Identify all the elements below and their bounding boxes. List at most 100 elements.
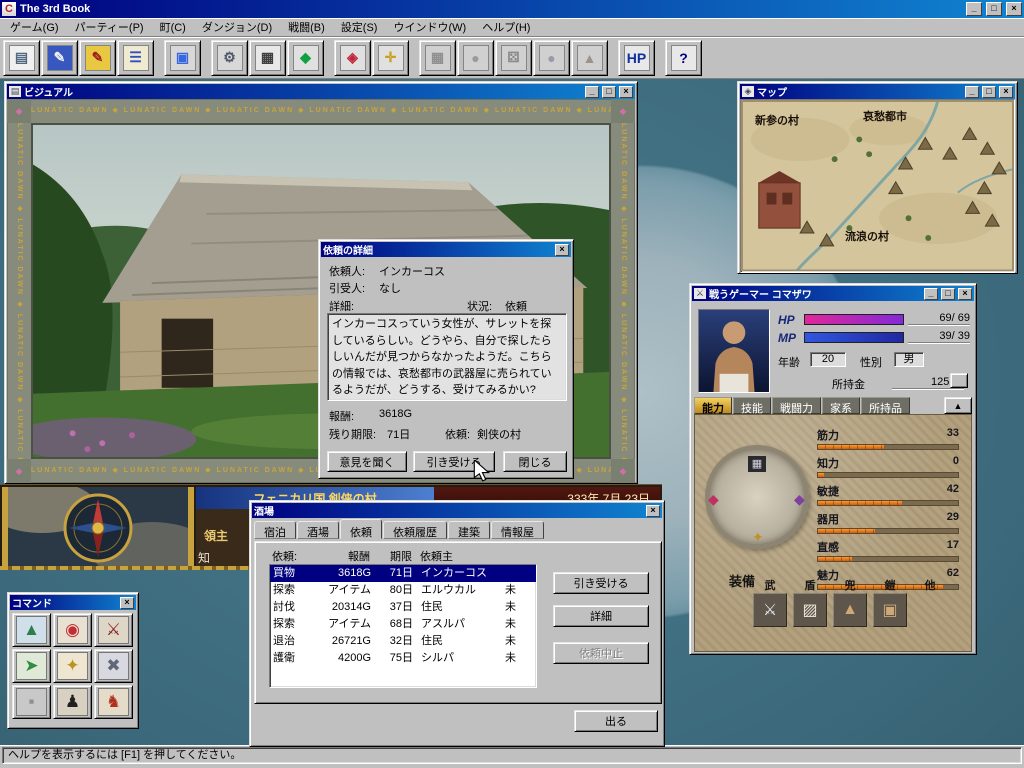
menu-item[interactable]: ウインドウ(W) xyxy=(385,17,474,37)
app-maximize-button[interactable]: □ xyxy=(986,2,1002,16)
tavern-tab[interactable]: 宿泊 xyxy=(254,521,296,539)
accept-request-button[interactable]: 引き受ける xyxy=(413,451,495,472)
request-dialog-close-button[interactable]: × xyxy=(555,244,569,256)
request-row[interactable]: 護衛 4200G 75日 シルパ 未 xyxy=(270,650,536,667)
toolbar-button[interactable]: ? xyxy=(665,40,702,76)
frame-text-right: LUNATIC DAWN ◆ LUNATIC DAWN ◆ LUNATIC DA… xyxy=(611,123,635,459)
map-minimize-button[interactable]: _ xyxy=(965,86,979,98)
collapse-button[interactable]: ▲ xyxy=(944,397,972,414)
terrain-icon: ▲ xyxy=(16,616,47,644)
money-label: 所持金 xyxy=(832,376,865,392)
character-tab[interactable]: 能力 xyxy=(694,397,732,414)
visual-close-button[interactable]: × xyxy=(619,86,633,98)
cancel-request-button[interactable]: 依頼中止 xyxy=(553,642,649,664)
menu-item[interactable]: パーティー(P) xyxy=(67,17,152,37)
visual-titlebar[interactable]: ▤ ビジュアル _ □ × xyxy=(7,84,635,99)
stat-bar xyxy=(817,444,959,450)
toolbar-button[interactable]: ◈ xyxy=(334,40,371,76)
map-maximize-button[interactable]: □ xyxy=(982,86,996,98)
toolbar-button[interactable]: ⚄ xyxy=(495,40,532,76)
misc-button[interactable] xyxy=(950,373,968,388)
request-list[interactable]: 買物 3618G 71日 インカーコス 探索 アイテム 80日 エルウカル 未 xyxy=(269,564,537,688)
command-button[interactable]: ♞ xyxy=(94,685,133,719)
app-minimize-button[interactable]: _ xyxy=(966,2,982,16)
character-tab[interactable]: 戦闘力 xyxy=(772,397,821,414)
request-type: 探索 xyxy=(273,582,319,599)
app-titlebar[interactable]: C The 3rd Book _ □ × xyxy=(0,0,1024,18)
toolbar-button[interactable]: ● xyxy=(457,40,494,76)
character-maximize-button[interactable]: □ xyxy=(941,288,955,300)
request-row[interactable]: 探索 アイテム 80日 エルウカル 未 xyxy=(270,582,536,599)
menu-item[interactable]: 戦闘(B) xyxy=(280,17,333,37)
menu-item[interactable]: 設定(S) xyxy=(333,17,386,37)
character-tab[interactable]: 技能 xyxy=(733,397,771,414)
equip-slot[interactable]: ▣ xyxy=(873,593,907,627)
toolbar-button[interactable]: ✎ xyxy=(41,40,78,76)
command-titlebar[interactable]: コマンド × xyxy=(10,595,136,610)
toolbar-button[interactable]: ✎ xyxy=(79,40,116,76)
frame-corner-gem: ◆ xyxy=(611,459,635,483)
menu-item[interactable]: ダンジョン(D) xyxy=(194,17,280,37)
toolbar-button[interactable]: ● xyxy=(533,40,570,76)
character-minimize-button[interactable]: _ xyxy=(924,288,938,300)
request-row[interactable]: 買物 3618G 71日 インカーコス xyxy=(270,565,536,582)
equip-slot[interactable]: ▨ xyxy=(793,593,827,627)
toolbar-button[interactable]: ▲ xyxy=(571,40,608,76)
close-dialog-button[interactable]: 閉じる xyxy=(503,451,567,472)
toolbar-button[interactable]: ▦ xyxy=(419,40,456,76)
command-button[interactable]: ⚔ xyxy=(94,613,133,647)
request-row[interactable]: 退治 26721G 32日 住民 未 xyxy=(270,633,536,650)
detail-button[interactable]: 詳細 xyxy=(553,605,649,627)
tavern-tab[interactable]: 酒場 xyxy=(297,521,339,539)
tavern-tab[interactable]: 依頼履歴 xyxy=(383,521,447,539)
toolbar-button[interactable]: ✛ xyxy=(372,40,409,76)
emblem-top-icon: ▦ xyxy=(748,456,766,472)
visual-maximize-button[interactable]: □ xyxy=(602,86,616,98)
character-titlebar[interactable]: ⚔ 戦うゲーマー コマザワ _ □ × xyxy=(692,286,974,301)
equip-slot[interactable]: ▲ xyxy=(833,593,867,627)
command-button[interactable]: ◉ xyxy=(53,613,92,647)
command-button[interactable]: ✖ xyxy=(94,649,133,683)
equip-slot[interactable]: ⚔ xyxy=(753,593,787,627)
command-close-button[interactable]: × xyxy=(120,597,134,609)
toolbar-button[interactable]: ▤ xyxy=(3,40,40,76)
toolbar-button[interactable]: ▣ xyxy=(164,40,201,76)
ask-opinion-button[interactable]: 意見を聞く xyxy=(327,451,407,472)
command-button[interactable]: ▲ xyxy=(12,613,51,647)
tavern-titlebar[interactable]: 酒場 × xyxy=(252,503,662,518)
command-button[interactable]: ♟ xyxy=(53,685,92,719)
toolbar-button[interactable]: ▦ xyxy=(249,40,286,76)
menubar: ゲーム(G)パーティー(P)町(C)ダンジョン(D)戦闘(B)設定(S)ウインド… xyxy=(0,18,1024,37)
command-button[interactable]: ➤ xyxy=(12,649,51,683)
request-dialog-titlebar[interactable]: 依頼の詳細 × xyxy=(321,242,571,257)
request-status: 未 xyxy=(505,650,536,667)
toolbar-button[interactable]: HP xyxy=(618,40,655,76)
command-button[interactable]: ▪ xyxy=(12,685,51,719)
app-close-button[interactable]: × xyxy=(1006,2,1022,16)
toolbar-button[interactable]: ☰ xyxy=(117,40,154,76)
command-button[interactable]: ✦ xyxy=(53,649,92,683)
col-reward: 報酬 xyxy=(318,548,378,564)
toolbar-button[interactable]: ◆ xyxy=(287,40,324,76)
request-row[interactable]: 討伐 20314G 37日 住民 未 xyxy=(270,599,536,616)
tavern-close-button[interactable]: × xyxy=(646,505,660,517)
map-titlebar[interactable]: ◈ マップ _ □ × xyxy=(740,84,1015,99)
request-row[interactable]: 探索 アイテム 68日 アスルパ 未 xyxy=(270,616,536,633)
tavern-tab[interactable]: 情報屋 xyxy=(491,521,544,539)
map-window-icon: ◈ xyxy=(742,86,754,97)
exit-button[interactable]: 出る xyxy=(574,710,658,732)
character-tab[interactable]: 家系 xyxy=(822,397,860,414)
tavern-tab[interactable]: 依頼 xyxy=(340,519,382,539)
character-close-button[interactable]: × xyxy=(958,288,972,300)
toolbar-button[interactable]: ⚙ xyxy=(211,40,248,76)
request-client: エルウカル xyxy=(421,582,505,599)
map-canvas[interactable]: 新参の村 哀愁都市 流浪の村 xyxy=(740,99,1015,273)
menu-item[interactable]: 町(C) xyxy=(152,17,194,37)
tavern-tab[interactable]: 建築 xyxy=(448,521,490,539)
menu-item[interactable]: ヘルプ(H) xyxy=(474,17,538,37)
map-close-button[interactable]: × xyxy=(999,86,1013,98)
accept-button[interactable]: 引き受ける xyxy=(553,572,649,594)
visual-minimize-button[interactable]: _ xyxy=(585,86,599,98)
character-tab[interactable]: 所持品 xyxy=(861,397,910,414)
menu-item[interactable]: ゲーム(G) xyxy=(2,17,67,37)
